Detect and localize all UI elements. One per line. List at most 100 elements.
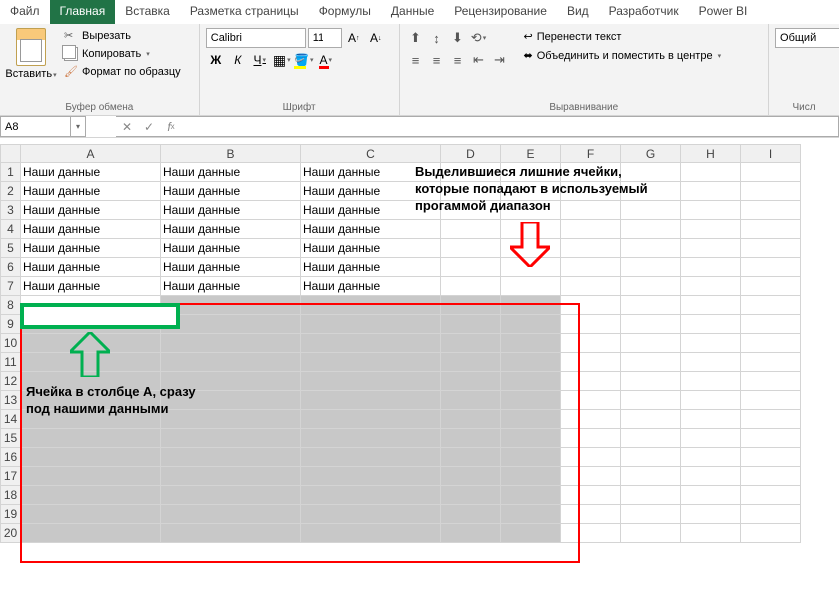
cell-G11[interactable] — [621, 353, 681, 372]
row-header-1[interactable]: 1 — [1, 163, 21, 182]
row-header-16[interactable]: 16 — [1, 448, 21, 467]
cell-H18[interactable] — [681, 486, 741, 505]
merge-center-button[interactable]: ⬌ Объединить и поместить в центре — [520, 47, 726, 64]
underline-button[interactable]: Ч — [250, 50, 270, 70]
cell-G12[interactable] — [621, 372, 681, 391]
row-header-15[interactable]: 15 — [1, 429, 21, 448]
row-header-7[interactable]: 7 — [1, 277, 21, 296]
cell-I12[interactable] — [741, 372, 801, 391]
align-middle-button[interactable]: ↕ — [427, 28, 447, 48]
align-right-button[interactable]: ≡ — [448, 50, 468, 70]
font-name-select[interactable] — [206, 28, 306, 48]
borders-button[interactable]: ▦ — [272, 50, 292, 70]
enter-formula-button[interactable]: ✓ — [138, 117, 160, 136]
cell-H20[interactable] — [681, 524, 741, 543]
col-header-I[interactable]: I — [741, 145, 801, 163]
name-box-dropdown[interactable]: ▾ — [70, 116, 86, 137]
cell-A7[interactable]: Наши данные — [21, 277, 161, 296]
tab-insert[interactable]: Вставка — [115, 0, 180, 24]
cell-I4[interactable] — [741, 220, 801, 239]
row-header-4[interactable]: 4 — [1, 220, 21, 239]
cell-H6[interactable] — [681, 258, 741, 277]
row-header-19[interactable]: 19 — [1, 505, 21, 524]
cell-I11[interactable] — [741, 353, 801, 372]
cell-H12[interactable] — [681, 372, 741, 391]
cell-H2[interactable] — [681, 182, 741, 201]
cell-G18[interactable] — [621, 486, 681, 505]
col-header-A[interactable]: A — [21, 145, 161, 163]
cell-A2[interactable]: Наши данные — [21, 182, 161, 201]
cell-F7[interactable] — [561, 277, 621, 296]
cell-G8[interactable] — [621, 296, 681, 315]
grow-font-button[interactable]: A↑ — [344, 28, 364, 48]
row-header-6[interactable]: 6 — [1, 258, 21, 277]
tab-formulas[interactable]: Формулы — [309, 0, 381, 24]
cell-H9[interactable] — [681, 315, 741, 334]
row-header-13[interactable]: 13 — [1, 391, 21, 410]
cell-H10[interactable] — [681, 334, 741, 353]
cell-G20[interactable] — [621, 524, 681, 543]
cell-G16[interactable] — [621, 448, 681, 467]
cell-C7[interactable]: Наши данные — [301, 277, 441, 296]
cell-G4[interactable] — [621, 220, 681, 239]
col-header-D[interactable]: D — [441, 145, 501, 163]
cell-F5[interactable] — [561, 239, 621, 258]
cell-H17[interactable] — [681, 467, 741, 486]
name-box[interactable]: A8 — [0, 116, 70, 137]
tab-review[interactable]: Рецензирование — [444, 0, 557, 24]
cell-A1[interactable]: Наши данные — [21, 163, 161, 182]
cell-B2[interactable]: Наши данные — [161, 182, 301, 201]
number-format-select[interactable] — [775, 28, 839, 48]
cut-button[interactable]: ✂ Вырезать — [60, 28, 185, 44]
cell-D7[interactable] — [441, 277, 501, 296]
col-header-C[interactable]: C — [301, 145, 441, 163]
cell-I17[interactable] — [741, 467, 801, 486]
cell-A4[interactable]: Наши данные — [21, 220, 161, 239]
cell-G17[interactable] — [621, 467, 681, 486]
fill-color-button[interactable]: 🪣 — [294, 50, 314, 70]
cell-C5[interactable]: Наши данные — [301, 239, 441, 258]
increase-indent-button[interactable]: ⇥ — [490, 50, 510, 70]
col-header-G[interactable]: G — [621, 145, 681, 163]
cell-H16[interactable] — [681, 448, 741, 467]
cell-H14[interactable] — [681, 410, 741, 429]
align-center-button[interactable]: ≡ — [427, 50, 447, 70]
cell-B1[interactable]: Наши данные — [161, 163, 301, 182]
formula-input[interactable] — [182, 116, 839, 137]
row-header-11[interactable]: 11 — [1, 353, 21, 372]
col-header-F[interactable]: F — [561, 145, 621, 163]
font-size-select[interactable] — [308, 28, 342, 48]
row-header-2[interactable]: 2 — [1, 182, 21, 201]
cell-G6[interactable] — [621, 258, 681, 277]
select-all-corner[interactable] — [1, 145, 21, 163]
cell-I16[interactable] — [741, 448, 801, 467]
cell-B5[interactable]: Наши данные — [161, 239, 301, 258]
cell-I13[interactable] — [741, 391, 801, 410]
cell-C6[interactable]: Наши данные — [301, 258, 441, 277]
cell-G5[interactable] — [621, 239, 681, 258]
tab-view[interactable]: Вид — [557, 0, 599, 24]
col-header-H[interactable]: H — [681, 145, 741, 163]
cell-G13[interactable] — [621, 391, 681, 410]
orientation-button[interactable]: ⟲ — [469, 28, 489, 48]
row-header-12[interactable]: 12 — [1, 372, 21, 391]
align-bottom-button[interactable]: ⬇ — [448, 28, 468, 48]
cell-D6[interactable] — [441, 258, 501, 277]
cell-H1[interactable] — [681, 163, 741, 182]
cell-I3[interactable] — [741, 201, 801, 220]
col-header-B[interactable]: B — [161, 145, 301, 163]
tab-home[interactable]: Главная — [50, 0, 116, 24]
cell-A3[interactable]: Наши данные — [21, 201, 161, 220]
row-header-10[interactable]: 10 — [1, 334, 21, 353]
bold-button[interactable]: Ж — [206, 50, 226, 70]
cell-I1[interactable] — [741, 163, 801, 182]
row-header-8[interactable]: 8 — [1, 296, 21, 315]
cell-G19[interactable] — [621, 505, 681, 524]
cell-F4[interactable] — [561, 220, 621, 239]
cell-I14[interactable] — [741, 410, 801, 429]
tab-page-layout[interactable]: Разметка страницы — [180, 0, 309, 24]
cell-I18[interactable] — [741, 486, 801, 505]
cell-F6[interactable] — [561, 258, 621, 277]
row-header-20[interactable]: 20 — [1, 524, 21, 543]
cell-C4[interactable]: Наши данные — [301, 220, 441, 239]
